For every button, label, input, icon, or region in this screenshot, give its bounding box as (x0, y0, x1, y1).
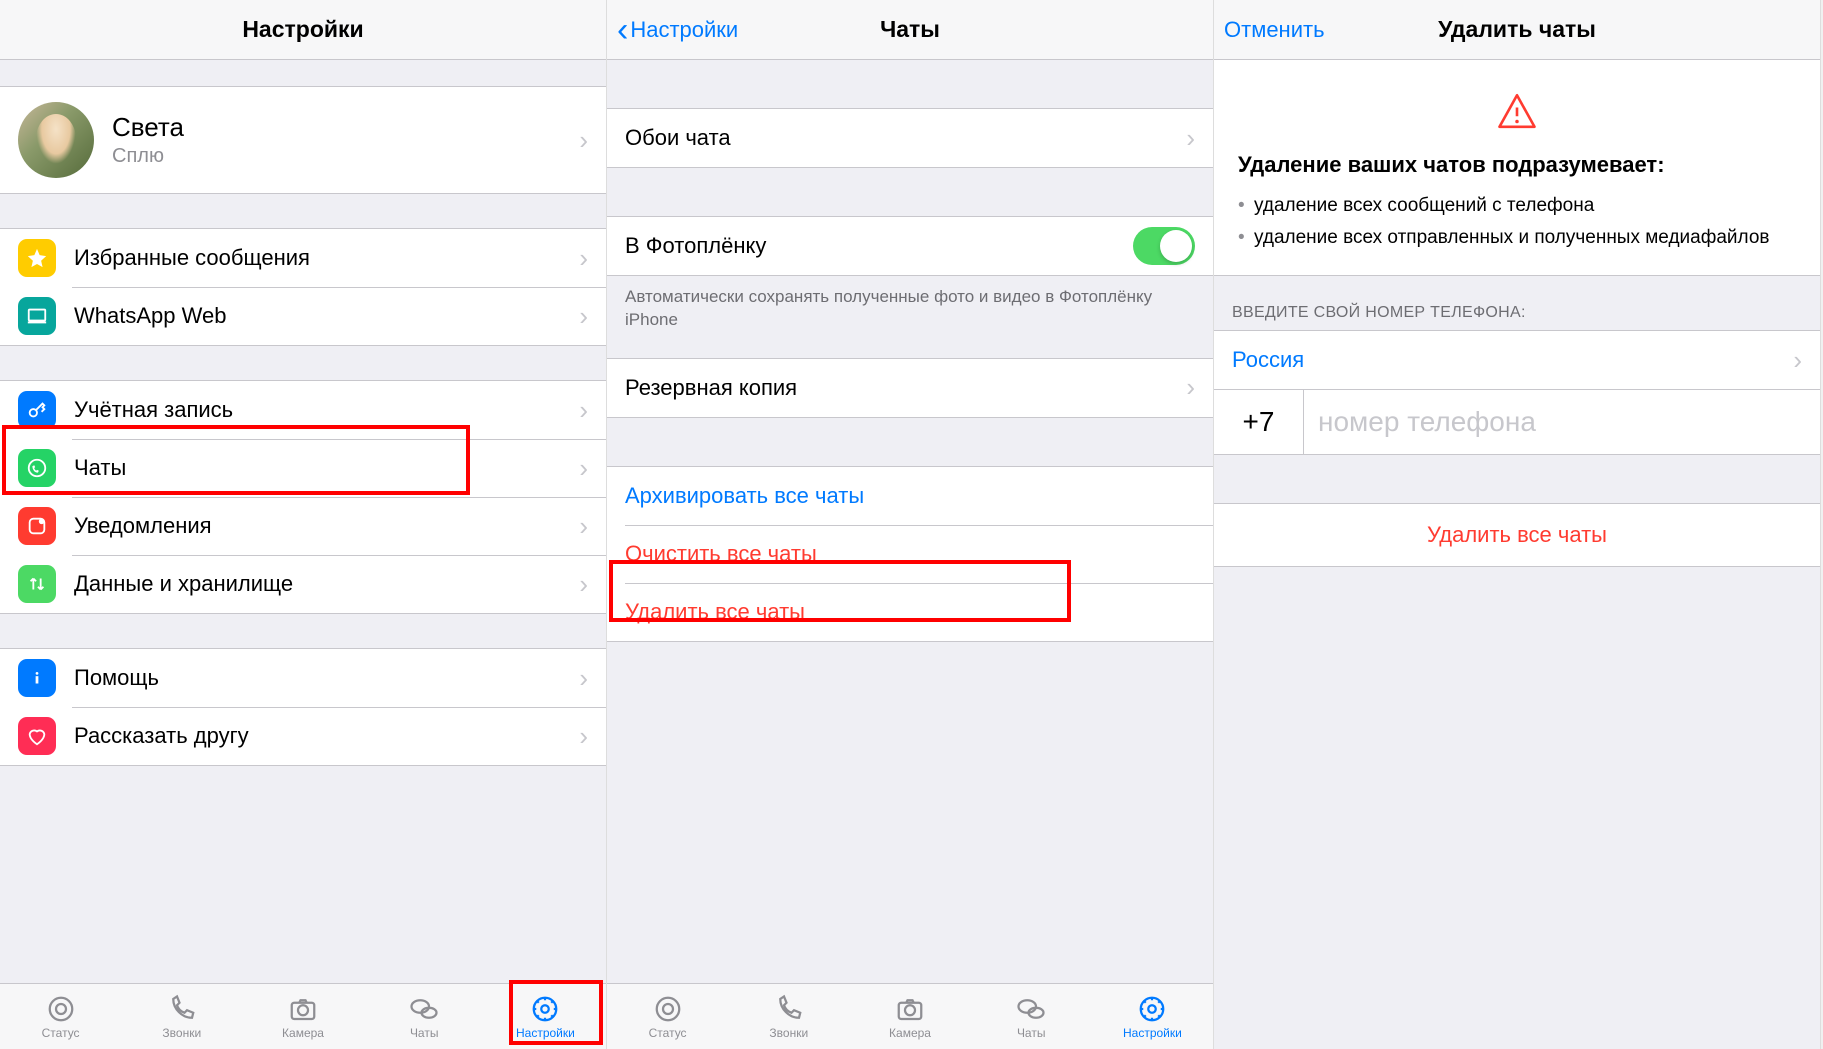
profile-name: Света (112, 112, 579, 143)
star-icon (18, 239, 56, 277)
chevron-right-icon: › (579, 395, 588, 426)
tab-camera[interactable]: Камера (849, 984, 970, 1049)
tab-settings[interactable]: Настройки (485, 984, 606, 1049)
info-icon (18, 659, 56, 697)
content-area: Света Сплю › Избранные сообщения › Whats… (0, 60, 606, 983)
row-archive-all[interactable]: Архивировать все чаты (607, 467, 1213, 525)
chevron-right-icon: › (579, 569, 588, 600)
dial-code: +7 (1214, 390, 1304, 454)
row-notifications[interactable]: Уведомления › (0, 497, 606, 555)
chevron-right-icon: › (579, 243, 588, 274)
row-delete-all[interactable]: Удалить все чаты (607, 583, 1213, 641)
row-data-storage[interactable]: Данные и хранилище › (0, 555, 606, 613)
chevron-right-icon: › (1186, 372, 1195, 403)
chevron-right-icon: › (579, 125, 588, 156)
row-account[interactable]: Учётная запись › (0, 381, 606, 439)
profile-row[interactable]: Света Сплю › (0, 86, 606, 194)
nav-title: Настройки (242, 16, 363, 43)
row-clear-all[interactable]: Очистить все чаты (607, 525, 1213, 583)
back-button[interactable]: ‹ Настройки (617, 0, 738, 59)
tab-camera[interactable]: Камера (242, 984, 363, 1049)
tab-bar: Статус Звонки Камера Чаты Настройки (0, 983, 606, 1049)
row-help[interactable]: Помощь › (0, 649, 606, 707)
tab-settings[interactable]: Настройки (1092, 984, 1213, 1049)
tab-chats[interactable]: Чаты (364, 984, 485, 1049)
toggle-camera-roll[interactable] (1133, 227, 1195, 265)
row-chats[interactable]: Чаты › (0, 439, 606, 497)
phone-section-header: ВВЕДИТЕ СВОЙ НОМЕР ТЕЛЕФОНА: (1214, 304, 1820, 330)
row-tell-friend[interactable]: Рассказать другу › (0, 707, 606, 765)
nav-title: Удалить чаты (1438, 16, 1596, 43)
warning-list: удаление всех сообщений с телефона удале… (1238, 192, 1796, 251)
row-wallpaper[interactable]: Обои чата › (607, 109, 1213, 167)
chevron-right-icon: › (1186, 123, 1195, 154)
chevron-right-icon: › (579, 663, 588, 694)
screen-delete-chats: Отменить Удалить чаты Удаление ваших чат… (1214, 0, 1821, 1049)
settings-group-2: Учётная запись › Чаты › Уведомления › (0, 380, 606, 614)
nav-title: Чаты (880, 16, 940, 43)
settings-group-1: Избранные сообщения › WhatsApp Web › (0, 228, 606, 346)
screen-settings: Настройки Света Сплю › Избранные сообщен… (0, 0, 607, 1049)
tab-calls[interactable]: Звонки (728, 984, 849, 1049)
heart-icon (18, 717, 56, 755)
bell-icon (18, 507, 56, 545)
camera-roll-note: Автоматически сохранять полученные фото … (607, 276, 1213, 332)
avatar (18, 102, 94, 178)
warning-icon (1496, 90, 1538, 132)
chevron-right-icon: › (579, 721, 588, 752)
tab-chats[interactable]: Чаты (971, 984, 1092, 1049)
chevron-right-icon: › (579, 511, 588, 542)
row-backup[interactable]: Резервная копия › (607, 359, 1213, 417)
warning-section: Удаление ваших чатов подразумевает: удал… (1214, 60, 1820, 276)
row-country[interactable]: Россия › (1214, 331, 1820, 389)
warning-title: Удаление ваших чатов подразумевает: (1238, 152, 1796, 178)
tab-bar: Статус Звонки Камера Чаты Настройки (607, 983, 1213, 1049)
nav-bar: Отменить Удалить чаты (1214, 0, 1820, 60)
laptop-icon (18, 297, 56, 335)
tab-calls[interactable]: Звонки (121, 984, 242, 1049)
delete-all-button[interactable]: Удалить все чаты (1214, 503, 1820, 567)
chevron-right-icon: › (1793, 345, 1802, 376)
chevron-right-icon: › (579, 453, 588, 484)
profile-status: Сплю (112, 145, 579, 168)
row-camera-roll[interactable]: В Фотоплёнку (607, 217, 1213, 275)
cancel-button[interactable]: Отменить (1224, 0, 1325, 59)
screen-chats-settings: ‹ Настройки Чаты Обои чата › В Фотоплёнк… (607, 0, 1214, 1049)
key-icon (18, 391, 56, 429)
updown-icon (18, 565, 56, 603)
nav-bar: Настройки (0, 0, 606, 60)
content-area: Удаление ваших чатов подразумевает: удал… (1214, 60, 1820, 1049)
chevron-left-icon: ‹ (617, 13, 628, 47)
chevron-right-icon: › (579, 301, 588, 332)
nav-bar: ‹ Настройки Чаты (607, 0, 1213, 60)
row-starred[interactable]: Избранные сообщения › (0, 229, 606, 287)
whatsapp-icon (18, 449, 56, 487)
content-area: Обои чата › В Фотоплёнку Автоматически с… (607, 60, 1213, 983)
tab-status[interactable]: Статус (607, 984, 728, 1049)
settings-group-3: Помощь › Рассказать другу › (0, 648, 606, 766)
tab-status[interactable]: Статус (0, 984, 121, 1049)
phone-input[interactable]: номер телефона (1304, 390, 1820, 454)
row-whatsapp-web[interactable]: WhatsApp Web › (0, 287, 606, 345)
